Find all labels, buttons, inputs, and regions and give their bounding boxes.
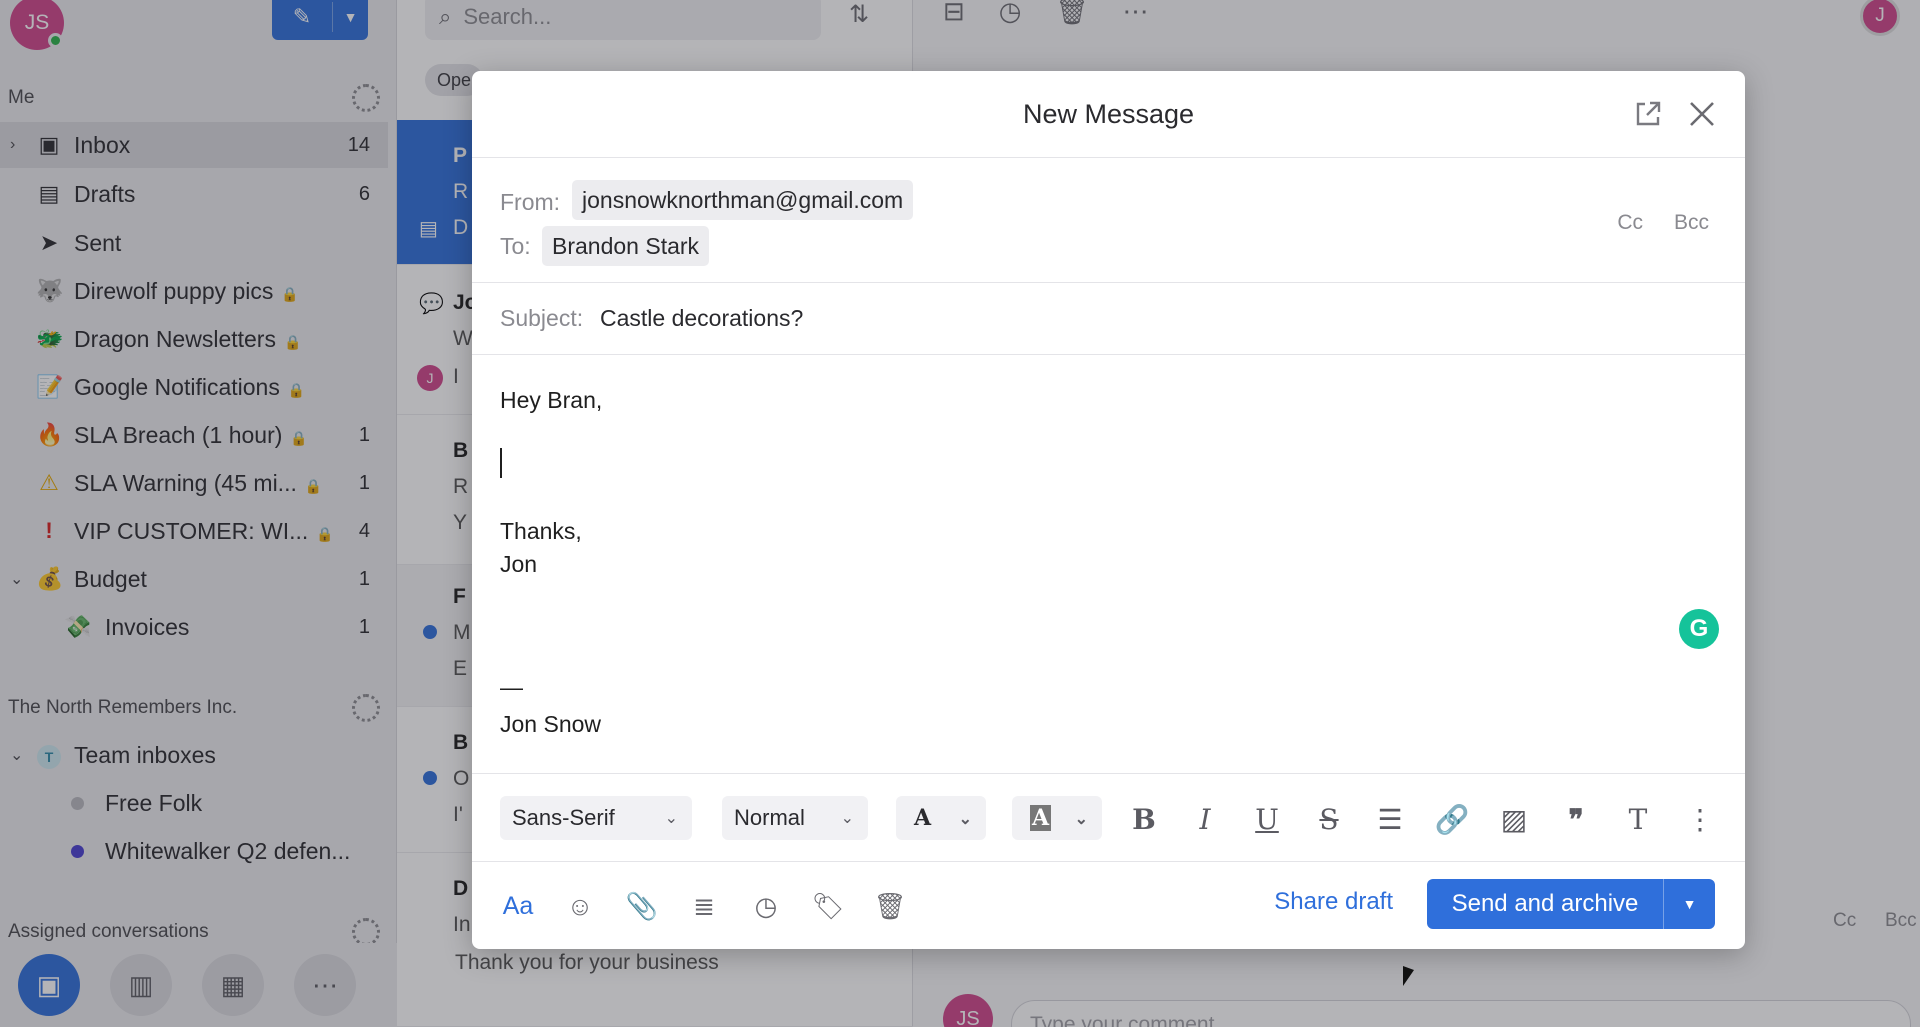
- text-color-icon: A: [914, 805, 932, 831]
- bulleted-list-icon[interactable]: ☰: [1372, 802, 1408, 838]
- bcc-button[interactable]: Bcc: [1674, 211, 1709, 235]
- chevron-down-icon: ⌄: [958, 808, 972, 828]
- chevron-down-icon[interactable]: ▼: [1664, 896, 1715, 912]
- font-family-value: Sans-Serif: [512, 805, 615, 830]
- signature-name: Jon Snow: [500, 711, 602, 737]
- text-format-toggle-icon[interactable]: Aa: [500, 888, 536, 924]
- clear-formatting-icon[interactable]: T: [1620, 802, 1656, 838]
- divider: [472, 282, 1745, 283]
- body-name: Jon: [500, 551, 538, 577]
- font-family-select[interactable]: Sans-Serif ⌄: [500, 796, 692, 840]
- send-and-archive-label: Send and archive: [1451, 890, 1639, 917]
- from-address: jonsnowknorthman@gmail.com: [582, 186, 904, 213]
- signature-dash: —: [500, 674, 523, 700]
- send-and-archive-button[interactable]: Send and archive ▼: [1427, 879, 1715, 929]
- chevron-down-icon: ⌄: [840, 810, 854, 827]
- tag-icon[interactable]: 🏷: [810, 888, 846, 924]
- divider: [472, 354, 1745, 355]
- image-icon[interactable]: ▨: [1496, 802, 1532, 838]
- from-label: From:: [500, 189, 561, 215]
- strikethrough-icon[interactable]: S: [1311, 802, 1347, 838]
- cc-button[interactable]: Cc: [1617, 211, 1643, 235]
- body-thanks: Thanks,: [500, 518, 582, 544]
- templates-icon[interactable]: ≣: [686, 888, 722, 924]
- schedule-clock-icon[interactable]: ◷: [748, 888, 784, 924]
- from-address-chip[interactable]: jonsnowknorthman@gmail.com: [572, 180, 914, 220]
- italic-icon[interactable]: I: [1187, 802, 1223, 838]
- font-size-select[interactable]: Normal ⌄: [722, 796, 868, 840]
- to-label: To:: [500, 233, 531, 259]
- text-caret: [500, 448, 502, 478]
- attachment-icon[interactable]: 📎: [624, 888, 660, 924]
- dialog-title: New Message: [1022, 99, 1195, 129]
- subject-label: Subject:: [500, 305, 584, 331]
- new-message-dialog: New Message From: jonsnowknorthman@gmail…: [472, 71, 1745, 949]
- recipient-name: Brandon Stark: [552, 232, 700, 259]
- popout-icon[interactable]: [1633, 99, 1663, 129]
- divider: [472, 157, 1745, 158]
- font-size-value: Normal: [734, 805, 805, 830]
- chevron-down-icon: ⌄: [1074, 808, 1088, 828]
- formatting-toolbar: Sans-Serif ⌄ Normal ⌄ A ⌄ A ⌄ B I U S ☰ …: [472, 773, 1745, 861]
- bold-icon[interactable]: B: [1126, 802, 1162, 838]
- more-options-icon[interactable]: ⋮: [1682, 802, 1718, 838]
- mouse-cursor-icon: [1403, 966, 1414, 986]
- body-greeting: Hey Bran,: [500, 387, 603, 413]
- trash-icon[interactable]: 🗑: [872, 888, 908, 924]
- share-draft-button[interactable]: Share draft: [1274, 888, 1393, 916]
- underline-icon[interactable]: U: [1249, 802, 1285, 838]
- compose-action-bar: Aa ☺ 📎 ≣ ◷ 🏷 🗑 Share draft Send and arch…: [472, 861, 1745, 949]
- chevron-down-icon: ⌄: [664, 810, 678, 827]
- subject-input[interactable]: Castle decorations?: [600, 305, 803, 332]
- highlight-color-icon: A: [1030, 805, 1052, 831]
- grammarly-icon[interactable]: G: [1679, 609, 1719, 649]
- quote-icon[interactable]: ❞: [1558, 802, 1594, 838]
- text-color-select[interactable]: A ⌄: [896, 796, 986, 840]
- highlight-color-select[interactable]: A ⌄: [1012, 796, 1102, 840]
- emoji-icon[interactable]: ☺: [562, 888, 598, 924]
- link-icon[interactable]: 🔗: [1434, 802, 1470, 838]
- recipient-chip[interactable]: Brandon Stark: [542, 226, 710, 266]
- close-icon[interactable]: [1685, 97, 1719, 131]
